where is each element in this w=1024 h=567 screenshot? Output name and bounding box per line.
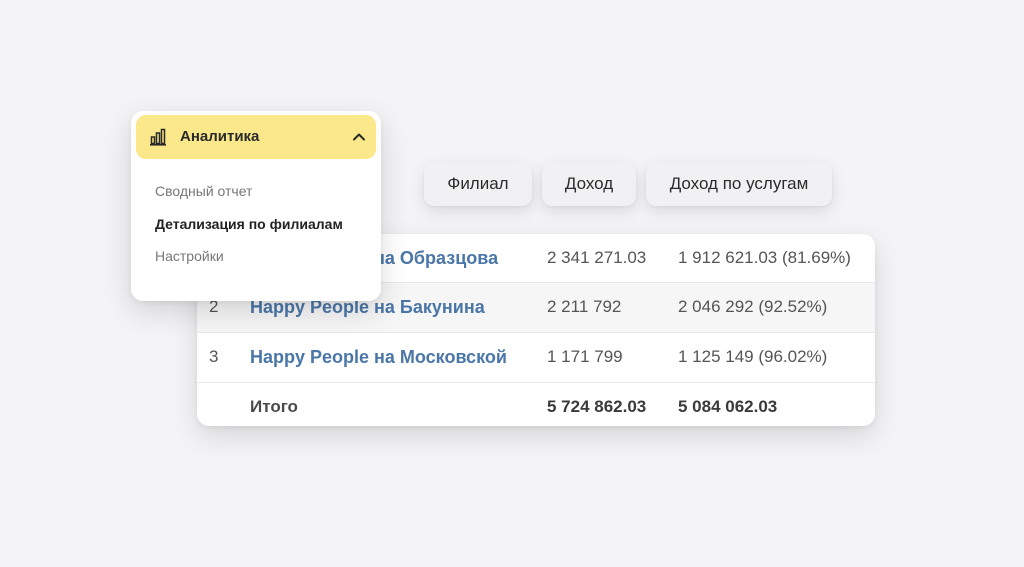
total-income: 5 724 862.03 [547,397,647,416]
row-number: 3 [209,347,219,366]
income-cell: 2 211 792 [547,297,622,316]
service-income-cell: 1 125 149 (96.02%) [678,347,828,366]
total-row: Итого 5 724 862.03 5 084 062.03 [197,383,875,426]
total-service-income: 5 084 062.03 [678,397,778,416]
income-cell: 1 171 799 [547,347,623,366]
column-header-income[interactable]: Доход [542,162,636,206]
service-income-cell: 2 046 292 (92.52%) [678,297,828,316]
column-header-branch[interactable]: Филиал [424,162,532,206]
table-row: 3 Happy People на Московской 1 171 799 1… [197,333,875,383]
column-header-service-income[interactable]: Доход по услугам [646,162,832,206]
menu-item-settings[interactable]: Настройки [155,248,224,264]
branch-link[interactable]: Happy People на Московской [250,333,507,381]
service-income-cell: 1 912 621.03 (81.69%) [678,248,851,267]
chevron-up-icon[interactable] [352,130,366,144]
income-cell: 2 341 271.03 [547,248,647,267]
analytics-menu-title: Аналитика [180,128,260,145]
analytics-menu: Аналитика Сводный отчет Детализация по ф… [131,111,381,301]
analytics-menu-header[interactable]: Аналитика [136,115,376,159]
total-label: Итого [250,397,298,416]
menu-item-branch-details[interactable]: Детализация по филиалам [155,216,343,232]
stage: Филиал Доход Доход по услугам 1 Happy Pe… [0,0,1024,567]
menu-item-summary-report[interactable]: Сводный отчет [155,183,252,199]
bar-chart-icon [150,128,166,146]
